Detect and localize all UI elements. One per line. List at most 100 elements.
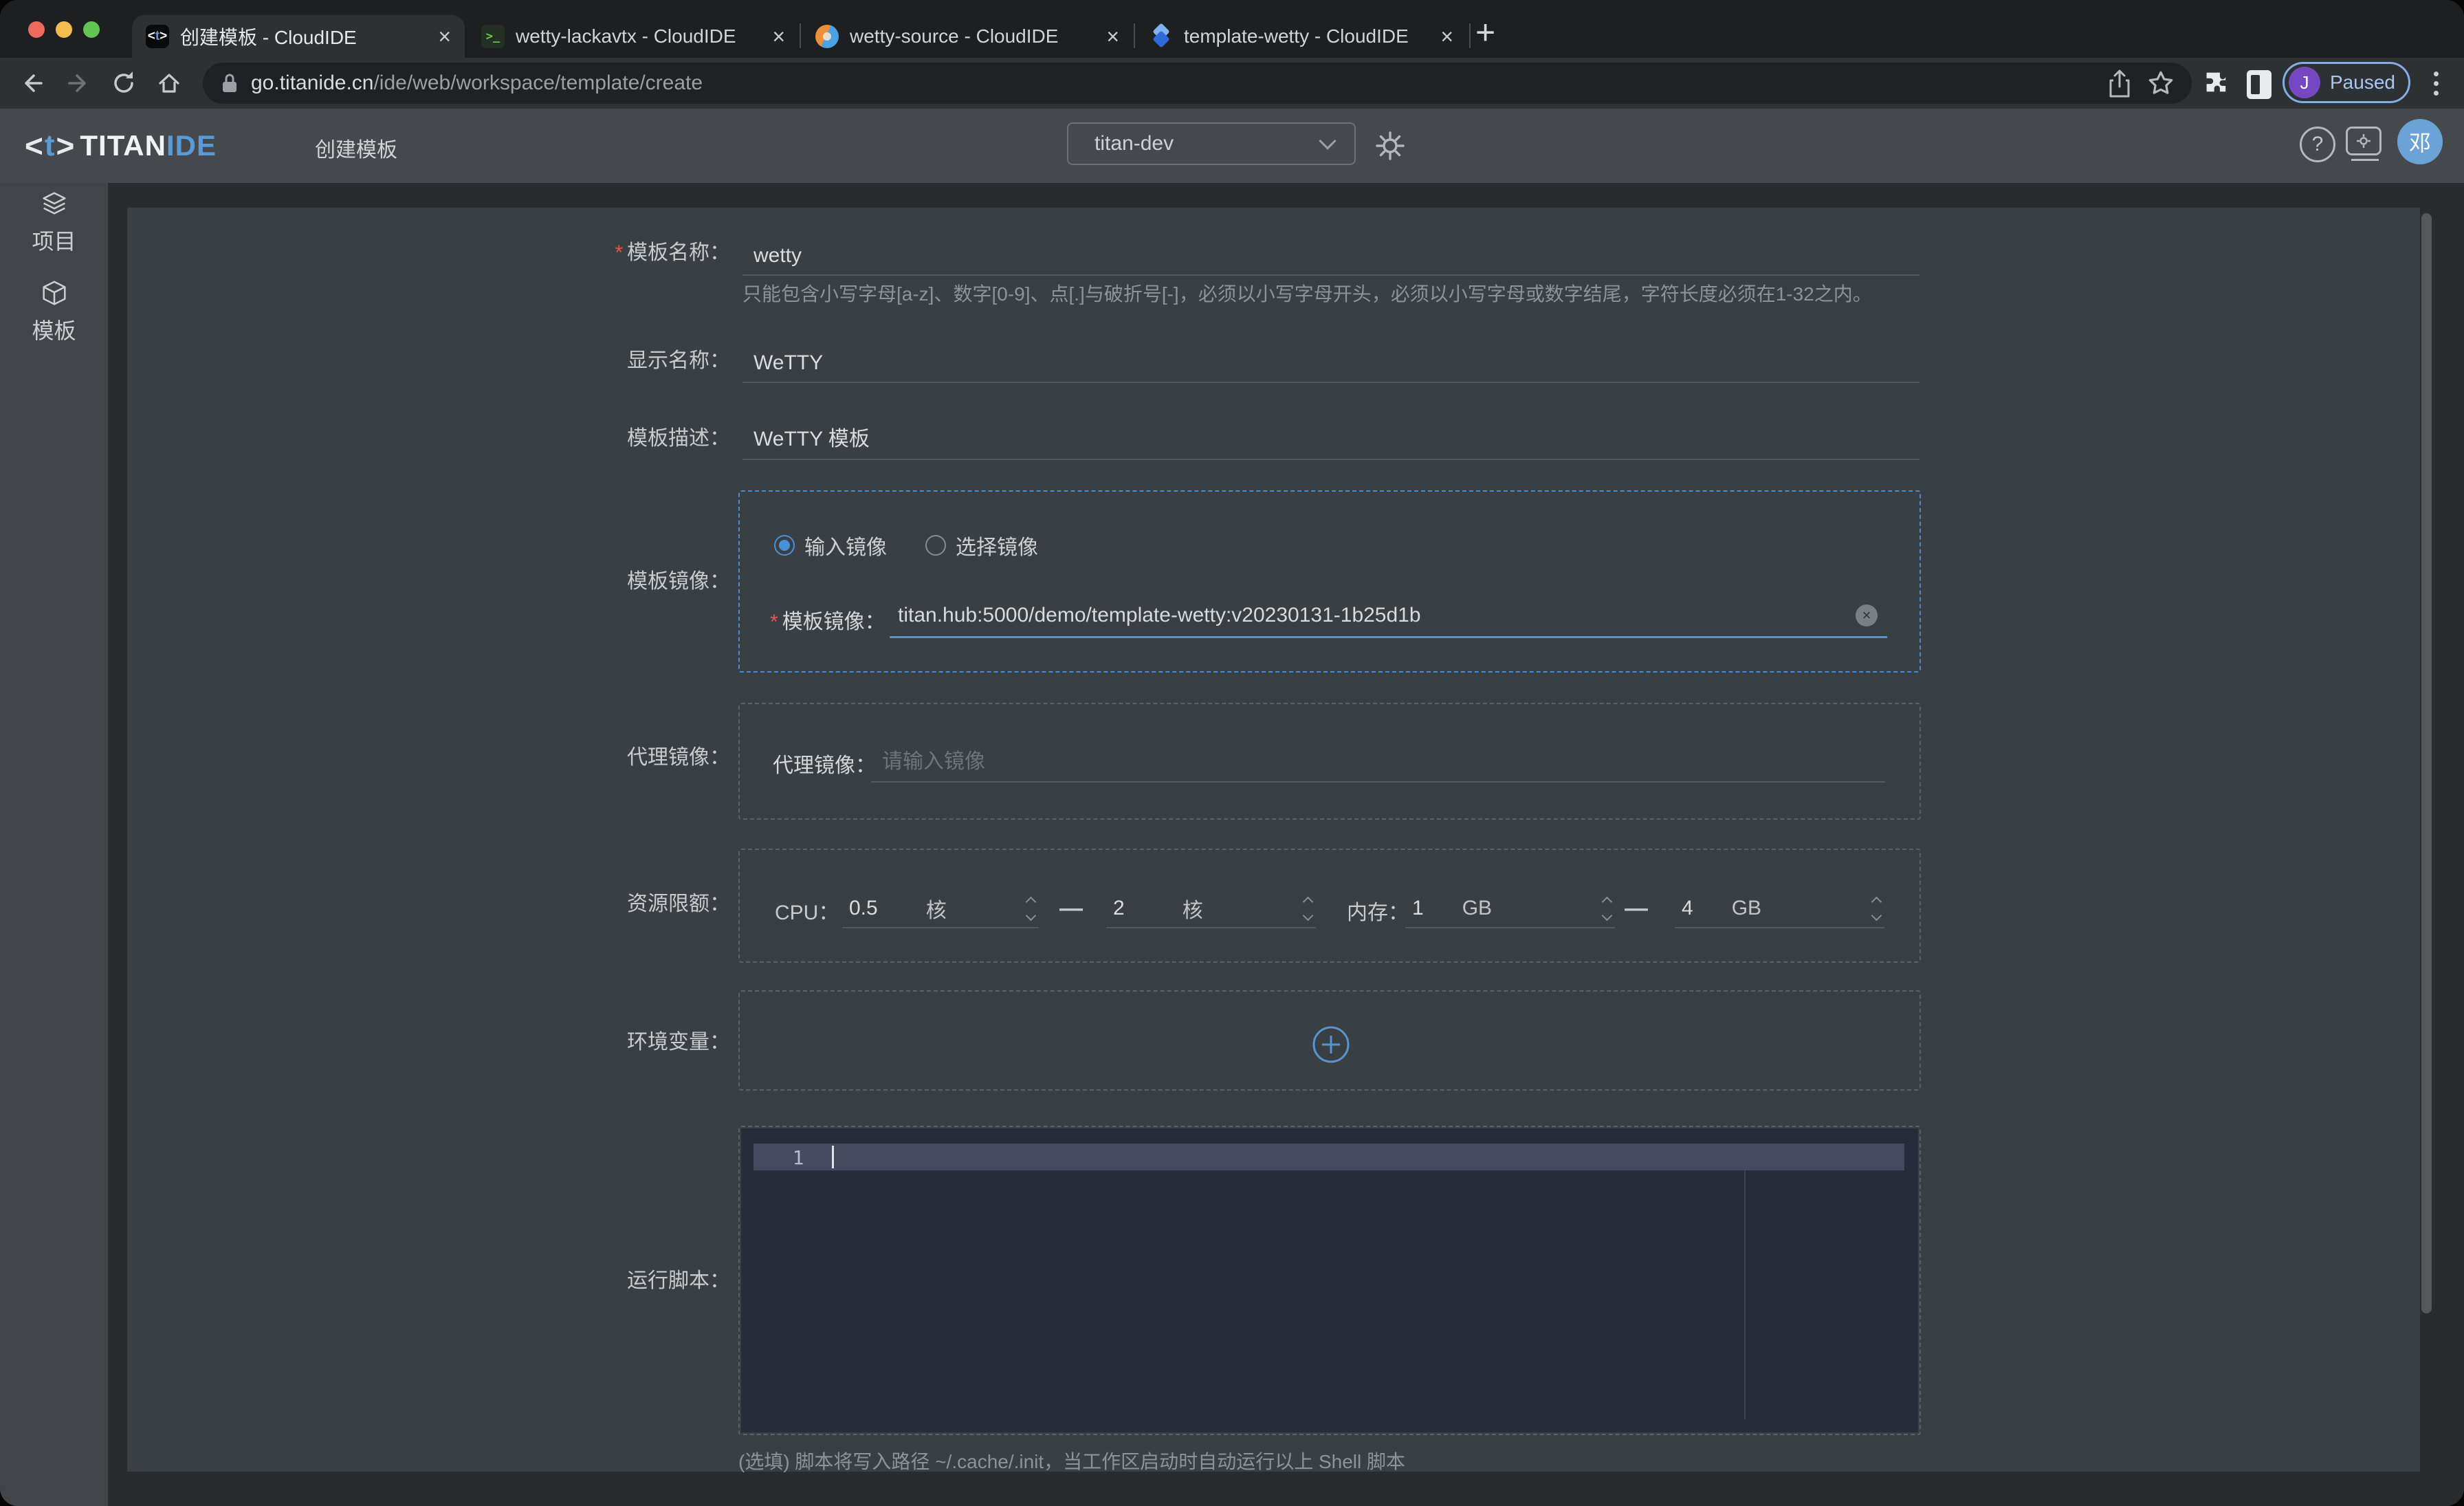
description-input[interactable]: WeTTY 模板: [742, 420, 1920, 460]
titanide-logo: <t> TITANIDE: [25, 127, 217, 164]
home-icon[interactable]: [155, 69, 183, 97]
tab-close-icon[interactable]: ×: [772, 25, 785, 47]
tab-title: template-wetty - CloudIDE: [1184, 25, 1433, 47]
image-source-radio-group: 输入镜像 选择镜像: [774, 530, 1038, 560]
template-image-input[interactable]: titan.hub:5000/demo/template-wetty:v2023…: [890, 595, 1887, 638]
cpu-min-stepper[interactable]: 0.5 核: [842, 890, 1039, 928]
sidebar-item-projects[interactable]: 项目: [32, 224, 76, 256]
logo-bracket-close: >: [56, 127, 75, 164]
label-text: 代理镜像：: [627, 746, 730, 769]
profile-status: Paused: [2330, 72, 2395, 94]
url-text: go.titanide.cn/ide/web/workspace/templat…: [251, 72, 703, 95]
user-avatar[interactable]: 邓: [2397, 119, 2443, 164]
logo-t: t: [45, 129, 55, 163]
side-panel-icon-slot: [2251, 75, 2260, 94]
proxy-image-box: 代理镜像： 请输入镜像: [738, 703, 1921, 820]
tab-strip: <t> 创建模板 - CloudIDE × >_ wetty-lackavtx …: [0, 0, 2464, 58]
help-icon[interactable]: ?: [2300, 127, 2335, 162]
run-script-box: 1: [738, 1126, 1921, 1435]
tab-divider: [1134, 23, 1135, 48]
description-value: WeTTY 模板: [754, 422, 870, 452]
label-text: 模板镜像：: [782, 611, 886, 633]
settings-gear-icon[interactable]: [1374, 129, 1407, 162]
run-script-help: (选填) 脚本将写入路径 ~/.cache/.init，当工作区启动时自动运行以…: [738, 1450, 2113, 1474]
fish-favicon-icon: [815, 25, 839, 48]
url-host: go.titanide.cn: [251, 72, 373, 94]
tab-close-icon[interactable]: ×: [1106, 25, 1119, 47]
memory-label: 内存：: [1347, 895, 1409, 926]
logo-bracket-open: <: [25, 127, 43, 164]
resources-box: CPU： 0.5 核 — 2 核 内存： 1 GB — 4 GB: [738, 849, 1921, 963]
display-name-input[interactable]: WeTTY: [742, 342, 1920, 383]
display-name-value: WeTTY: [754, 351, 823, 375]
cpu-max-stepper[interactable]: 2 核: [1106, 890, 1316, 928]
range-dash: —: [1059, 895, 1083, 922]
stepper-arrows-icon[interactable]: [1873, 898, 1880, 919]
new-tab-button[interactable]: +: [1475, 12, 1495, 52]
field-label-env-vars: 环境变量：: [127, 1030, 730, 1055]
tab-divider: [800, 23, 801, 48]
traffic-close-button[interactable]: [28, 21, 45, 38]
memory-max-value: 4: [1682, 897, 1693, 920]
share-icon[interactable]: [2106, 69, 2133, 99]
field-label-display-name: 显示名称：: [127, 349, 730, 373]
field-label-description: 模板描述：: [127, 426, 730, 451]
cube-icon[interactable]: [38, 278, 70, 309]
tab-divider: [1469, 23, 1471, 48]
tab-close-icon[interactable]: ×: [438, 25, 451, 47]
create-template-form-panel: *模板名称： 显示名称： 模板描述： 模板镜像： 代理镜像： 资源限额： 环境变…: [127, 208, 2420, 1472]
tab-close-icon[interactable]: ×: [1440, 25, 1453, 47]
tab-wetty-lackavtx[interactable]: >_ wetty-lackavtx - CloudIDE ×: [468, 15, 799, 58]
radio-input-image-label: 输入镜像: [804, 530, 887, 560]
required-asterisk: *: [770, 611, 778, 633]
address-bar[interactable]: go.titanide.cn/ide/web/workspace/templat…: [203, 63, 2192, 104]
cpu-label: CPU：: [775, 895, 839, 926]
browser-window: <t> 创建模板 - CloudIDE × >_ wetty-lackavtx …: [0, 0, 2464, 1506]
field-label-run-script: 运行脚本：: [127, 1269, 730, 1294]
editor-line-number: 1: [774, 1146, 822, 1169]
editor-cursor: [832, 1146, 834, 1168]
memory-max-stepper[interactable]: 4 GB: [1675, 890, 1884, 928]
side-panel-icon[interactable]: [2247, 70, 2272, 99]
extensions-puzzle-icon[interactable]: [2203, 69, 2230, 96]
environment-select[interactable]: titan-dev: [1067, 122, 1356, 165]
proxy-image-input[interactable]: 请输入镜像: [871, 739, 1885, 783]
profile-chip[interactable]: J Paused: [2282, 62, 2410, 103]
template-name-value: wetty: [754, 244, 802, 268]
gem-favicon-icon: [1150, 25, 1173, 48]
traffic-minimize-button[interactable]: [56, 21, 72, 38]
logo-ide: IDE: [166, 129, 217, 162]
browser-menu-kebab-icon[interactable]: [2434, 72, 2439, 100]
memory-min-value: 1: [1412, 897, 1424, 920]
script-code-editor[interactable]: 1: [741, 1128, 1918, 1432]
workspace-settings-icon[interactable]: [2346, 127, 2384, 165]
clear-input-icon[interactable]: ×: [1856, 604, 1878, 626]
layers-icon[interactable]: [38, 188, 70, 220]
forward-icon[interactable]: [65, 69, 92, 97]
sidebar-item-templates[interactable]: 模板: [32, 314, 76, 345]
inner-label-template-image: *模板镜像：: [770, 604, 886, 635]
stepper-arrows-icon[interactable]: [1603, 898, 1611, 919]
field-label-template-image: 模板镜像：: [127, 569, 730, 594]
back-icon[interactable]: [19, 69, 46, 97]
traffic-zoom-button[interactable]: [83, 21, 100, 38]
stepper-arrows-icon[interactable]: [1027, 898, 1035, 919]
cpu-min-unit: 核: [926, 893, 947, 924]
label-text: 模板镜像：: [627, 570, 730, 593]
memory-min-stepper[interactable]: 1 GB: [1405, 890, 1615, 928]
vertical-scrollbar[interactable]: [2421, 213, 2432, 1313]
tab-template-wetty[interactable]: template-wetty - CloudIDE ×: [1136, 15, 1467, 58]
tab-title: wetty-source - CloudIDE: [850, 25, 1099, 47]
radio-input-image[interactable]: [774, 535, 795, 556]
add-env-var-button[interactable]: [1312, 1025, 1350, 1064]
radio-select-image[interactable]: [925, 535, 946, 556]
template-name-input[interactable]: wetty: [742, 235, 1920, 276]
tab-create-template[interactable]: <t> 创建模板 - CloudIDE ×: [132, 15, 465, 58]
env-vars-box: [738, 990, 1921, 1091]
stepper-arrows-icon[interactable]: [1304, 898, 1312, 919]
tab-wetty-source[interactable]: wetty-source - CloudIDE ×: [802, 15, 1133, 58]
tab-title: wetty-lackavtx - CloudIDE: [516, 25, 765, 47]
template-name-help: 只能包含小写字母[a-z]、数字[0-9]、点[.]与破折号[-]，必须以小写字…: [742, 282, 2461, 307]
reload-icon[interactable]: [110, 69, 138, 97]
bookmark-star-icon[interactable]: [2146, 69, 2175, 98]
